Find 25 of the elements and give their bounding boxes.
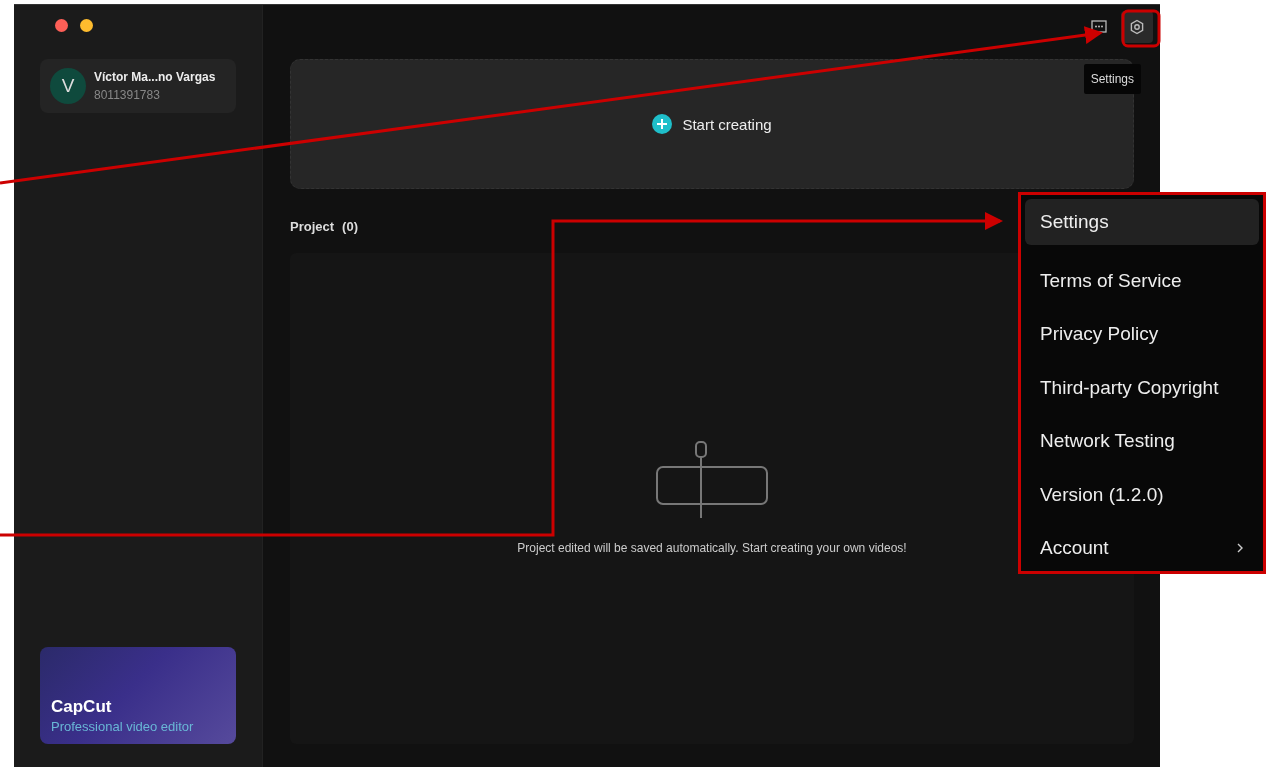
project-count: (0) <box>342 219 358 234</box>
close-window-button[interactable] <box>55 19 68 32</box>
avatar: V <box>50 68 86 104</box>
menu-item[interactable]: Account <box>1025 521 1259 575</box>
user-card[interactable]: V Víctor Ma...no Vargas 8011391783 <box>40 59 236 113</box>
menu-item[interactable]: Terms of Service <box>1025 254 1259 308</box>
menu-item[interactable]: Third-party Copyright <box>1025 361 1259 415</box>
settings-icon <box>1129 18 1145 35</box>
highlight-frame <box>1121 9 1161 48</box>
menu-item[interactable]: Privacy Policy <box>1025 307 1259 361</box>
menu-item[interactable]: Settings <box>1025 199 1259 245</box>
message-icon[interactable] <box>1091 19 1107 34</box>
project-heading: Project <box>290 219 335 234</box>
user-id: 8011391783 <box>94 88 161 102</box>
menu-item[interactable]: Network Testing <box>1025 414 1259 468</box>
menu-item[interactable]: Version (1.2.0) <box>1025 468 1259 522</box>
empty-timeline-icon <box>655 441 769 519</box>
empty-message: Project edited will be saved automatically. Start creating your own videos! <box>517 541 907 555</box>
user-name: Víctor Ma...no Vargas <box>94 70 216 84</box>
settings-tooltip: Settings <box>1083 64 1141 94</box>
minimize-window-button[interactable] <box>80 19 93 32</box>
promo-subtitle: Professional video editor <box>51 719 195 734</box>
promo-banner[interactable]: CapCut Professional video editor <box>40 647 236 744</box>
plus-icon <box>652 114 673 134</box>
promo-title: CapCut <box>51 697 113 717</box>
